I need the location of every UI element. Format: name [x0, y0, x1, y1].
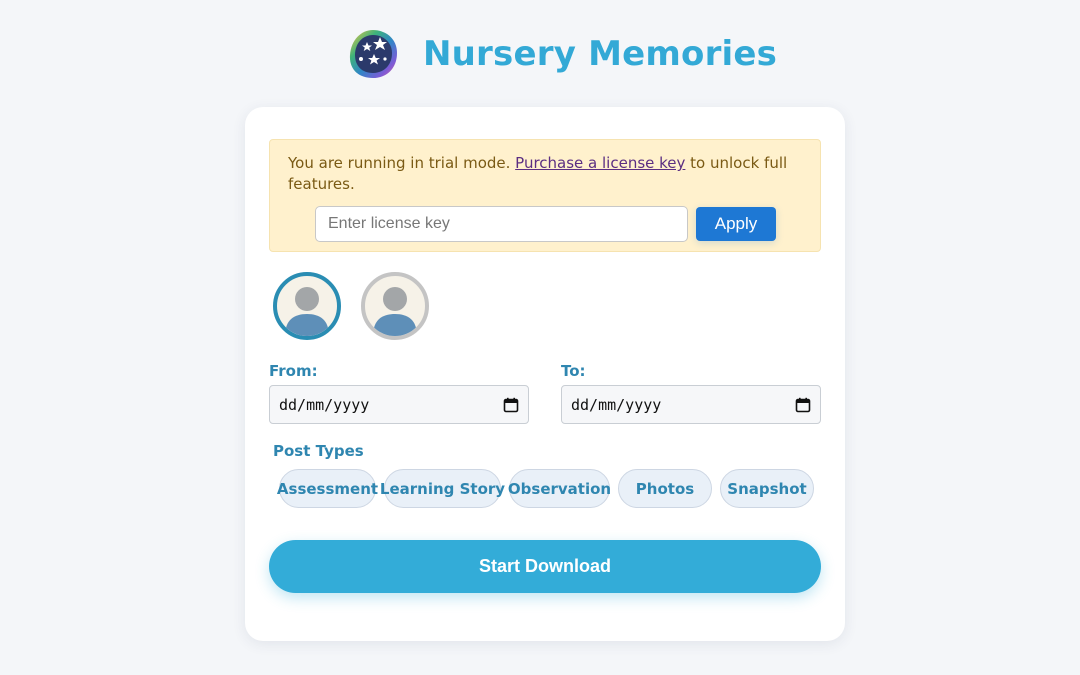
- post-type-chip-snapshot[interactable]: Snapshot: [720, 469, 814, 508]
- child-avatar-icon: [285, 287, 329, 336]
- post-type-chip-learning-story[interactable]: Learning Story: [380, 469, 505, 508]
- start-download-button[interactable]: Start Download: [269, 540, 821, 593]
- child-avatar-2[interactable]: [361, 272, 429, 340]
- license-key-input[interactable]: [315, 206, 688, 242]
- trial-message: You are running in trial mode. Purchase …: [288, 153, 798, 195]
- from-label: From:: [269, 362, 318, 380]
- app-header: Nursery Memories: [347, 26, 777, 82]
- to-label: To:: [561, 362, 586, 380]
- post-types-label: Post Types: [273, 442, 364, 460]
- calendar-icon[interactable]: [503, 397, 519, 413]
- purchase-license-link[interactable]: Purchase a license key: [515, 154, 685, 172]
- trial-banner: You are running in trial mode. Purchase …: [269, 139, 821, 252]
- to-date-input[interactable]: dd/mm/yyyy: [561, 385, 821, 424]
- trial-text-before: You are running in trial mode.: [288, 154, 516, 172]
- to-date-value: dd/mm/yyyy: [571, 395, 662, 414]
- child-avatar-1[interactable]: [273, 272, 341, 340]
- child-avatar-icon: [373, 287, 417, 336]
- app-title: Nursery Memories: [423, 34, 778, 74]
- download-card: You are running in trial mode. Purchase …: [245, 107, 845, 641]
- post-type-chip-photos[interactable]: Photos: [618, 469, 712, 508]
- apply-button[interactable]: Apply: [696, 207, 776, 241]
- post-type-chip-assessment[interactable]: Assessment: [277, 469, 378, 508]
- from-date-input[interactable]: dd/mm/yyyy: [269, 385, 529, 424]
- post-type-chip-observation[interactable]: Observation: [508, 469, 611, 508]
- calendar-icon[interactable]: [795, 397, 811, 413]
- from-date-value: dd/mm/yyyy: [279, 395, 370, 414]
- stars-blob-icon: [349, 30, 397, 78]
